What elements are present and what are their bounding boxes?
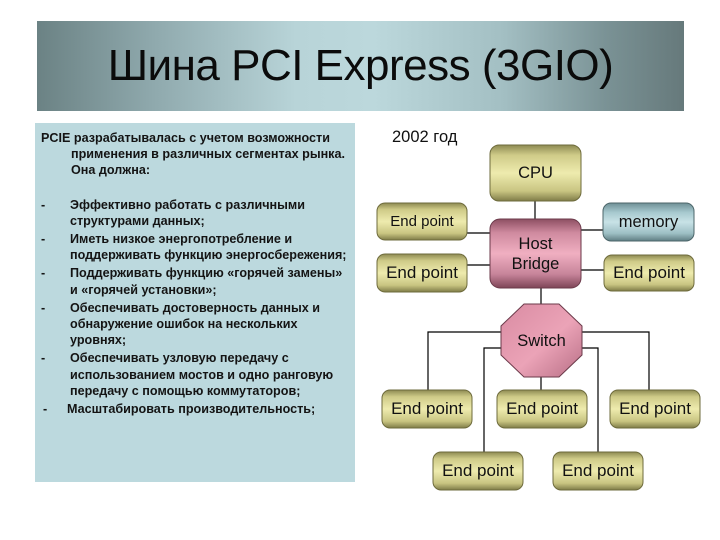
- endpoint-node[interactable]: [552, 451, 644, 491]
- endpoint-node[interactable]: [496, 389, 588, 429]
- line-switch-endpoint-1: [427, 331, 505, 390]
- endpoint-node[interactable]: [381, 389, 473, 429]
- endpoint-node[interactable]: [609, 389, 701, 429]
- cpu-node[interactable]: [489, 144, 582, 202]
- pcie-topology-diagram: [376, 144, 701, 491]
- host-bridge-node[interactable]: [489, 218, 582, 289]
- endpoint-node[interactable]: [603, 254, 695, 292]
- memory-node[interactable]: [602, 202, 695, 242]
- switch-node[interactable]: [500, 303, 583, 378]
- line-switch-endpoint-3: [578, 331, 650, 390]
- endpoint-node[interactable]: [376, 202, 468, 241]
- endpoint-node[interactable]: [432, 451, 524, 491]
- endpoint-node[interactable]: [376, 253, 468, 293]
